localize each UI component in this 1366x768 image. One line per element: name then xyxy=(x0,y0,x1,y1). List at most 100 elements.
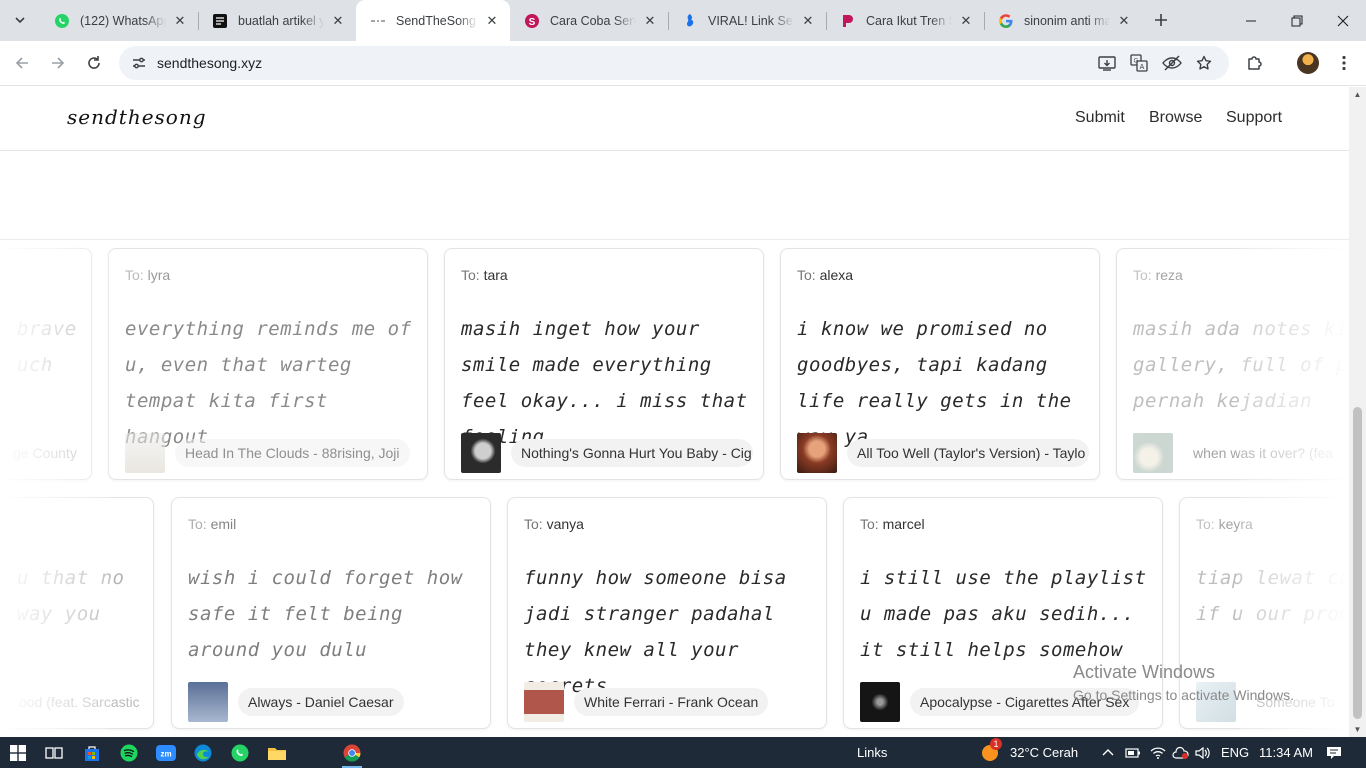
cloud-icon[interactable] xyxy=(1169,741,1193,765)
svg-text:A: A xyxy=(1140,64,1145,71)
clock[interactable]: 11:34 AM xyxy=(1259,745,1313,760)
message-card[interactable]: To: alexa i know we promised no goodbyes… xyxy=(780,248,1100,480)
tab-sinonim[interactable]: sinonim anti ma ✕ xyxy=(984,0,1142,41)
tab-search-button[interactable] xyxy=(6,6,34,34)
close-icon[interactable]: ✕ xyxy=(484,13,500,29)
song-title: when was it over? (fea xyxy=(1193,445,1334,461)
tab-whatsapp[interactable]: (122) WhatsApp ✕ xyxy=(40,0,198,41)
site-header: sendthesong Submit Browse Support xyxy=(0,87,1349,151)
song-title: ood (feat. Sarcastic S xyxy=(19,694,143,710)
whatsapp-taskbar-icon[interactable] xyxy=(228,741,252,765)
tab-sendthesong[interactable]: SendTheSong - ✕ xyxy=(356,0,510,41)
close-icon[interactable]: ✕ xyxy=(172,13,188,29)
puzzle-icon xyxy=(1248,56,1262,70)
message-card[interactable]: To: tara masih inget how your smile made… xyxy=(444,248,764,480)
song-title: White Ferrari - Frank Ocean xyxy=(574,688,769,716)
card-recipient: To: alexa xyxy=(797,267,854,283)
install-app-icon[interactable] xyxy=(1095,51,1119,75)
close-icon[interactable]: ✕ xyxy=(642,13,658,29)
card-recipient: To: keyra xyxy=(1196,516,1253,532)
battery-icon[interactable] xyxy=(1121,741,1145,765)
card-song: ood (feat. Sarcastic S xyxy=(9,682,143,722)
url-text: sendthesong.xyz xyxy=(157,55,263,71)
page-scrollbar[interactable]: ▲ ▼ xyxy=(1349,87,1366,737)
recipient-name: alexa xyxy=(819,267,854,283)
site-logo[interactable]: sendthesong xyxy=(67,105,207,129)
tab-viral[interactable]: VIRAL! Link Senc ✕ xyxy=(668,0,826,41)
chrome-taskbar-icon[interactable] xyxy=(340,741,364,768)
minimize-button[interactable] xyxy=(1228,0,1274,41)
scroll-down-arrow-icon[interactable]: ▼ xyxy=(1353,725,1362,734)
chrome-menu-button[interactable] xyxy=(1330,49,1358,77)
windows-start-icon[interactable] xyxy=(6,741,30,765)
message-card[interactable]: To: vanya funny how someone bisa jadi st… xyxy=(507,497,827,729)
windows-taskbar: zm Links 1 32°C Cerah ENG 11:34 AM xyxy=(0,737,1366,768)
tab-title: Cara Coba Send xyxy=(550,13,636,28)
tab-title: (122) WhatsApp xyxy=(80,13,166,28)
close-icon[interactable]: ✕ xyxy=(1116,13,1132,29)
forward-button[interactable] xyxy=(44,49,72,77)
new-tab-button[interactable] xyxy=(1149,8,1173,32)
task-view-icon[interactable] xyxy=(42,741,66,765)
profile-avatar[interactable] xyxy=(1297,52,1319,74)
svg-text:zm: zm xyxy=(160,750,171,759)
bookmark-star-icon[interactable] xyxy=(1192,51,1216,75)
extensions-button[interactable] xyxy=(1241,49,1269,77)
microsoft-store-icon[interactable] xyxy=(80,741,104,765)
spotify-icon[interactable] xyxy=(117,741,141,765)
speaker-icon[interactable] xyxy=(1191,741,1215,765)
weather-text[interactable]: 32°C Cerah xyxy=(1010,745,1078,760)
album-art xyxy=(860,682,900,722)
close-icon[interactable]: ✕ xyxy=(800,13,816,29)
message-card[interactable]: To: emil wish i could forget how safe it… xyxy=(171,497,491,729)
tab-cara-coba[interactable]: S Cara Coba Send ✕ xyxy=(510,0,668,41)
notifications-icon[interactable] xyxy=(1322,741,1346,765)
chevron-down-icon xyxy=(15,17,25,24)
sendthesong-icon xyxy=(370,13,386,29)
plus-icon xyxy=(1155,14,1167,26)
message-card[interactable]: To: lyra everything reminds me of u, eve… xyxy=(108,248,428,480)
web-page: sendthesong Submit Browse Support brave u… xyxy=(0,87,1349,737)
arrow-right-icon xyxy=(52,57,65,69)
eye-slash-icon[interactable] xyxy=(1160,51,1184,75)
site-info-icon[interactable] xyxy=(127,51,151,75)
translate-icon[interactable]: AG xyxy=(1127,51,1151,75)
card-song: ge County xyxy=(3,433,81,473)
album-art xyxy=(461,433,501,473)
recipient-name: marcel xyxy=(882,516,925,532)
notification-badge: 1 xyxy=(990,738,1002,750)
edge-icon[interactable] xyxy=(191,741,215,765)
scrollbar-thumb[interactable] xyxy=(1353,407,1362,719)
card-recipient: To: tara xyxy=(461,267,508,283)
tab-article[interactable]: buatlah artikel y ✕ xyxy=(198,0,356,41)
nav-browse[interactable]: Browse xyxy=(1149,109,1202,127)
address-bar[interactable]: sendthesong.xyz AG xyxy=(119,46,1229,80)
watermark-title: Activate Windows xyxy=(1073,662,1216,682)
tab-cara-ikut[interactable]: Cara Ikut Tren Se ✕ xyxy=(826,0,984,41)
minimize-icon xyxy=(1246,20,1256,21)
nav-support[interactable]: Support xyxy=(1226,109,1282,127)
close-icon[interactable]: ✕ xyxy=(958,13,974,29)
s-circle-icon: S xyxy=(524,13,540,29)
nav-submit[interactable]: Submit xyxy=(1075,109,1125,127)
whatsapp-icon xyxy=(54,13,70,29)
album-art xyxy=(797,433,837,473)
file-explorer-icon[interactable] xyxy=(265,741,289,765)
scroll-up-arrow-icon[interactable]: ▲ xyxy=(1353,90,1362,99)
svg-text:G: G xyxy=(1134,59,1139,65)
close-icon[interactable]: ✕ xyxy=(330,13,346,29)
song-title: Always - Daniel Caesar xyxy=(238,688,404,716)
close-window-button[interactable] xyxy=(1320,0,1366,41)
zoom-icon[interactable]: zm xyxy=(154,741,178,765)
message-card[interactable]: u that no way you ood (feat. Sarcastic S xyxy=(0,497,154,729)
wifi-icon[interactable] xyxy=(1146,741,1170,765)
reload-button[interactable] xyxy=(80,49,108,77)
message-card[interactable]: To: reza masih ada notes ki gallery, ful… xyxy=(1116,248,1349,480)
restore-button[interactable] xyxy=(1274,0,1320,41)
language-indicator[interactable]: ENG xyxy=(1221,745,1249,760)
message-card[interactable]: brave uch ge County xyxy=(0,248,92,480)
links-toolbar-label[interactable]: Links xyxy=(857,745,887,760)
chevron-up-icon[interactable] xyxy=(1096,741,1120,765)
recipient-name: lyra xyxy=(147,267,171,283)
back-button[interactable] xyxy=(8,49,36,77)
